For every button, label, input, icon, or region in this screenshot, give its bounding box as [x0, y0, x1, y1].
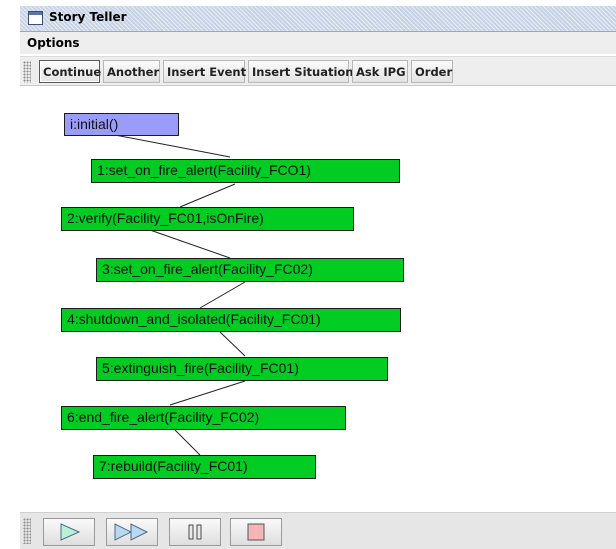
window-icon	[28, 11, 43, 25]
another-button[interactable]: Another	[103, 60, 160, 83]
node-label: 3:set_on_fire_alert(Facility_FC02)	[102, 261, 313, 277]
playback-grip-handle[interactable]	[23, 518, 31, 544]
order-button[interactable]: Order	[411, 60, 453, 83]
window-title: Story Teller	[49, 10, 127, 24]
graph-node-1[interactable]: 1:set_on_fire_alert(Facility_FCO1)	[91, 159, 400, 183]
menu-bar: Options	[20, 32, 616, 54]
graph-links	[114, 134, 246, 456]
node-label: i:initial()	[70, 116, 119, 132]
story-graph-canvas: i:initial() 1:set_on_fire_alert(Facility…	[20, 87, 616, 512]
graph-node-4[interactable]: 4:shutdown_and_isolated(Facility_FC01)	[61, 308, 401, 332]
toolbar-grip-handle[interactable]	[23, 61, 31, 83]
stop-icon	[247, 523, 265, 541]
node-label: 4:shutdown_and_isolated(Facility_FC01)	[67, 311, 321, 327]
node-label: 1:set_on_fire_alert(Facility_FCO1)	[97, 162, 311, 178]
toolbar: Continue Another Insert Event Insert Sit…	[20, 56, 616, 86]
play-icon	[60, 523, 81, 541]
link-3-to-4	[199, 281, 246, 309]
insert-situation-button[interactable]: Insert Situation	[248, 60, 353, 83]
node-label: 6:end_fire_alert(Facility_FC02)	[67, 409, 260, 425]
graph-node-5[interactable]: 5:extinguish_fire(Facility_FC01)	[96, 357, 388, 381]
node-label: 2:verify(Facility_FC01,isOnFire)	[67, 210, 264, 226]
link-4-to-5	[219, 331, 246, 357]
link-1-to-2	[179, 183, 236, 208]
stop-button[interactable]	[230, 518, 282, 546]
node-label: 5:extinguish_fire(Facility_FC01)	[102, 360, 299, 376]
node-label: 7:rebuild(Facility_FC01)	[99, 458, 248, 474]
insert-event-button[interactable]: Insert Event	[163, 60, 246, 83]
playback-toolbar	[20, 512, 616, 549]
graph-node-initial[interactable]: i:initial()	[64, 113, 179, 136]
link-5-to-6	[169, 380, 246, 406]
link-initial-to-1	[114, 134, 231, 158]
play-button[interactable]	[43, 518, 95, 546]
graph-node-2[interactable]: 2:verify(Facility_FC01,isOnFire)	[61, 207, 354, 231]
ask-ipg-button[interactable]: Ask IPG	[352, 60, 408, 83]
graph-node-7[interactable]: 7:rebuild(Facility_FC01)	[93, 455, 316, 479]
pause-button[interactable]	[169, 518, 221, 546]
link-2-to-3	[149, 229, 231, 259]
fast-forward-icon	[114, 523, 149, 541]
menu-options[interactable]: Options	[27, 36, 80, 50]
fast-forward-button[interactable]	[106, 518, 158, 546]
continue-button[interactable]: Continue	[39, 60, 101, 83]
title-bar[interactable]: Story Teller	[20, 6, 616, 32]
pause-icon	[188, 524, 202, 540]
graph-node-6[interactable]: 6:end_fire_alert(Facility_FC02)	[61, 406, 346, 430]
link-6-to-7	[174, 429, 201, 456]
graph-node-3[interactable]: 3:set_on_fire_alert(Facility_FC02)	[96, 258, 404, 282]
